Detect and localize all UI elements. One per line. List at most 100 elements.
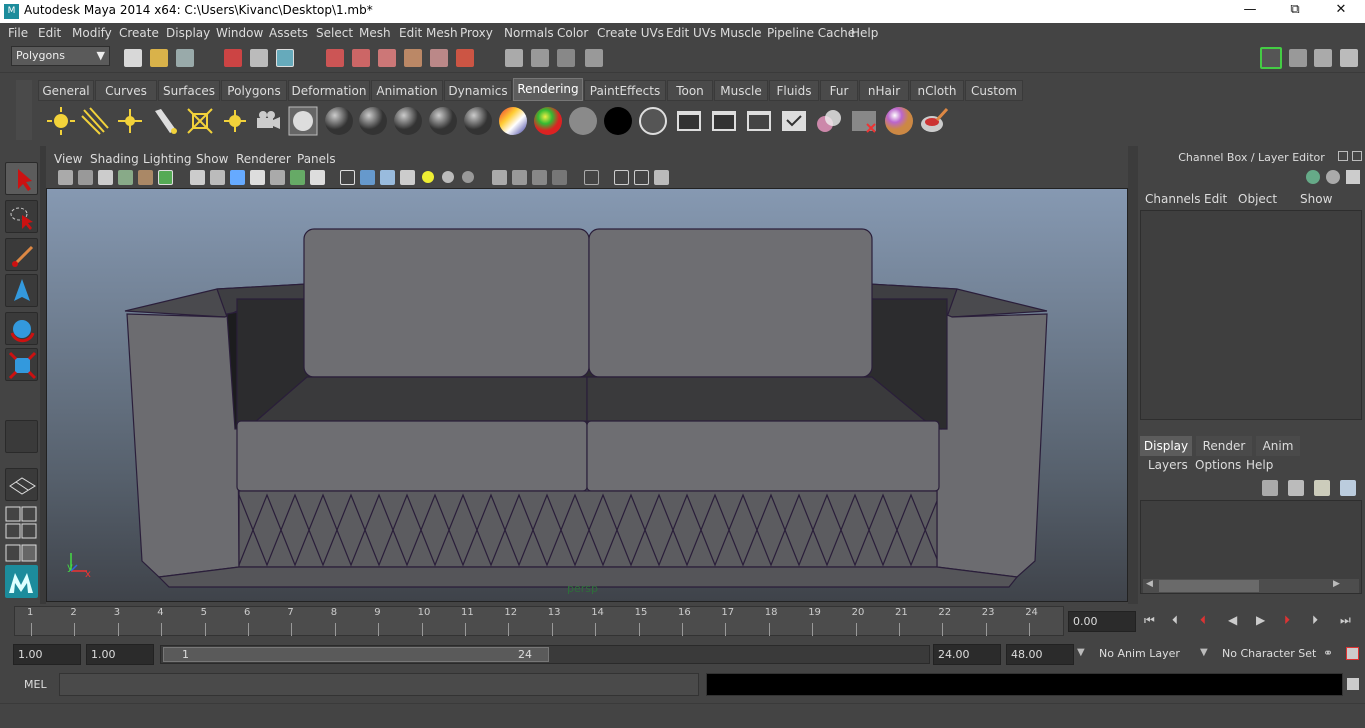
- grid-toggle-icon[interactable]: [190, 170, 205, 185]
- layer-list[interactable]: ◀ ▶: [1140, 500, 1362, 594]
- shelf-tab-fur[interactable]: Fur: [820, 80, 858, 101]
- timeline-track[interactable]: 1 2 3 4 5 6 7 8 9 10 11 12 13 14 15 16 17 18 19 20 21 22 23 24: [14, 606, 1064, 636]
- menu-edit-mesh[interactable]: Edit Mesh: [399, 26, 458, 40]
- ipr-render-icon[interactable]: [557, 49, 575, 67]
- step-forward-frame-icon[interactable]: ⏵: [1312, 613, 1318, 628]
- menu-create[interactable]: Create: [119, 26, 159, 40]
- new-empty-layer-icon[interactable]: [1314, 480, 1330, 496]
- menu-assets[interactable]: Assets: [269, 26, 308, 40]
- menu-proxy[interactable]: Proxy: [460, 26, 493, 40]
- anim-layer-label[interactable]: No Anim Layer: [1099, 647, 1180, 660]
- layered-shader-icon[interactable]: [498, 106, 528, 136]
- move-tool-button[interactable]: [5, 274, 38, 307]
- bookmark-icon[interactable]: [98, 170, 113, 185]
- shelf-tab-polygons[interactable]: Polygons: [221, 80, 287, 101]
- scroll-left-icon[interactable]: ◀: [1146, 579, 1153, 589]
- save-scene-icon[interactable]: [176, 49, 194, 67]
- ipr-render-icon[interactable]: [709, 106, 739, 136]
- close-panel-icon[interactable]: [1352, 151, 1362, 161]
- directional-light-icon[interactable]: [80, 106, 110, 136]
- snap-curve-icon[interactable]: [352, 49, 370, 67]
- shadows-icon[interactable]: [462, 171, 474, 183]
- layer-menu-layers[interactable]: Layers: [1148, 458, 1188, 472]
- select-tool-button[interactable]: [5, 162, 38, 195]
- depth-of-field-icon[interactable]: [552, 170, 567, 185]
- anim-start-field[interactable]: 1.00: [86, 644, 154, 665]
- minimize-icon[interactable]: —: [1230, 2, 1270, 17]
- surface-shader-icon[interactable]: [603, 106, 633, 136]
- wireframe-on-shaded-icon[interactable]: [380, 170, 395, 185]
- menu-create-uvs[interactable]: Create UVs: [597, 26, 664, 40]
- anim-end-field[interactable]: 48.00: [1006, 644, 1074, 665]
- shelf-tab-muscle[interactable]: Muscle: [714, 80, 768, 101]
- mental-ray-sphere-icon[interactable]: [884, 106, 914, 136]
- preferences-icon[interactable]: [1346, 647, 1359, 660]
- mode-dropdown[interactable]: Polygons ▼: [11, 46, 110, 66]
- field-chart-icon[interactable]: [270, 170, 285, 185]
- paint-select-tool-button[interactable]: [5, 238, 38, 271]
- shelf-tab-toon[interactable]: Toon: [667, 80, 713, 101]
- ramp-shader-icon[interactable]: [533, 106, 563, 136]
- phong-material-icon[interactable]: [393, 106, 423, 136]
- shelf-tab-rendering[interactable]: Rendering: [513, 78, 583, 101]
- shelf-tab-general[interactable]: General: [38, 80, 94, 101]
- use-background-icon[interactable]: [638, 106, 668, 136]
- layer-menu-help[interactable]: Help: [1246, 458, 1273, 472]
- menu-edit[interactable]: Edit: [38, 26, 61, 40]
- snap-point-icon[interactable]: [378, 49, 396, 67]
- layer-tab-anim[interactable]: Anim: [1256, 436, 1300, 456]
- gate-mask-icon[interactable]: [250, 170, 265, 185]
- move-layer-down-icon[interactable]: [1288, 480, 1304, 496]
- anim-layer-chevron-icon[interactable]: ▼: [1077, 647, 1085, 658]
- channel-box-grip[interactable]: [1128, 146, 1138, 604]
- menu-file[interactable]: File: [8, 26, 28, 40]
- shelf-tab-ncloth[interactable]: nCloth: [910, 80, 964, 101]
- menu-window[interactable]: Window: [216, 26, 263, 40]
- magnet-icon[interactable]: [456, 49, 474, 67]
- play-forwards-icon[interactable]: ▶: [1256, 613, 1265, 627]
- safe-action-icon[interactable]: [290, 170, 305, 185]
- rotate-tool-button[interactable]: [5, 312, 38, 345]
- snap-plane-icon[interactable]: [404, 49, 422, 67]
- shading-map-icon[interactable]: [568, 106, 598, 136]
- menu-muscle[interactable]: Muscle: [720, 26, 762, 40]
- viewport-menu-lighting[interactable]: Lighting: [143, 152, 192, 166]
- play-backwards-icon[interactable]: ◀: [1228, 613, 1237, 627]
- share-icon[interactable]: [654, 170, 669, 185]
- paint-brush-icon[interactable]: [919, 106, 949, 136]
- channel-box-icon[interactable]: [1306, 170, 1320, 184]
- menu-color[interactable]: Color: [557, 26, 588, 40]
- key-icon[interactable]: ⚭: [1323, 646, 1333, 660]
- move-layer-up-icon[interactable]: [1262, 480, 1278, 496]
- float-panel-icon[interactable]: [1338, 151, 1348, 161]
- toggle-modeling-toolkit-icon[interactable]: [1260, 47, 1282, 69]
- last-tool-button[interactable]: [5, 420, 38, 453]
- layer-tab-display[interactable]: Display: [1140, 436, 1192, 456]
- two-d-pan-zoom-icon[interactable]: [138, 170, 153, 185]
- menu-help[interactable]: Help: [851, 26, 878, 40]
- xray-joints-icon[interactable]: [634, 170, 649, 185]
- scale-tool-button[interactable]: [5, 348, 38, 381]
- four-view-layout-icon[interactable]: [5, 506, 38, 522]
- render-layer-icon[interactable]: [849, 106, 879, 136]
- lambert-material-icon[interactable]: [324, 106, 354, 136]
- shelf-tab-custom[interactable]: Custom: [965, 80, 1023, 101]
- character-set-label[interactable]: No Character Set: [1222, 647, 1316, 660]
- hypershade-sphere-icon[interactable]: [288, 106, 318, 136]
- attribute-editor-icon[interactable]: [1289, 49, 1307, 67]
- render-current-frame-icon[interactable]: [674, 106, 704, 136]
- channel-box-menu-edit[interactable]: Edit: [1204, 192, 1227, 206]
- grease-pencil-icon[interactable]: [158, 170, 173, 185]
- channel-box-menu-object[interactable]: Object: [1238, 192, 1277, 206]
- channel-box-menu-show[interactable]: Show: [1300, 192, 1332, 206]
- viewport-menu-renderer[interactable]: Renderer: [236, 152, 291, 166]
- mel-label[interactable]: MEL: [24, 678, 47, 691]
- step-back-key-icon[interactable]: ⏴: [1200, 613, 1206, 628]
- shelf-tab-curves[interactable]: Curves: [95, 80, 157, 101]
- all-lights-icon[interactable]: [442, 171, 454, 183]
- default-light-icon[interactable]: [422, 171, 434, 183]
- script-editor-icon[interactable]: [1347, 678, 1359, 690]
- menu-pipeline-cache[interactable]: Pipeline Cache: [767, 26, 855, 40]
- select-hierarchy-icon[interactable]: [224, 49, 242, 67]
- anti-aliasing-icon[interactable]: [532, 170, 547, 185]
